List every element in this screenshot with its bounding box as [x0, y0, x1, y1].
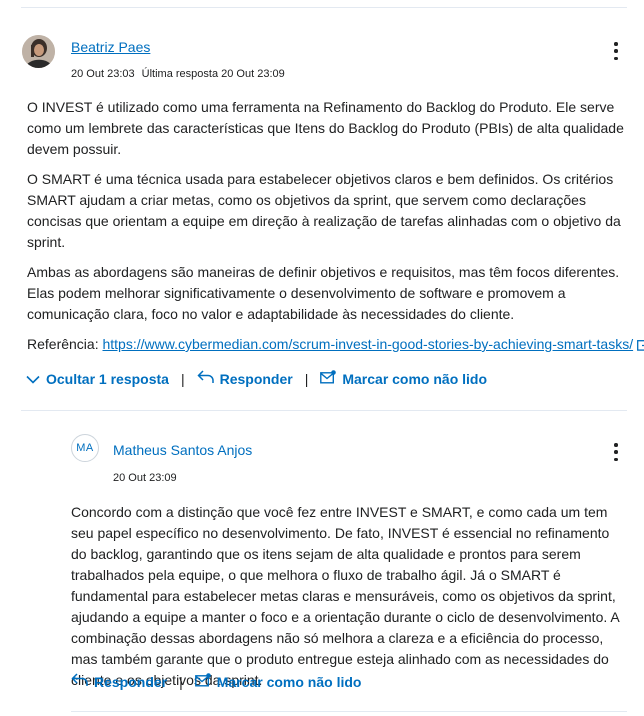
reply-paragraph: Concordo com a distinção que você fez en… [71, 504, 619, 688]
mail-unread-icon [320, 370, 337, 387]
reply-date: 20 Out 23:09 [113, 472, 177, 484]
action-separator: | [304, 370, 309, 387]
avatar[interactable] [22, 35, 55, 68]
reply-body: Concordo com a distinção que você fez en… [71, 502, 628, 691]
mark-unread-label: Marcar como não lido [342, 370, 488, 387]
bottom-divider [71, 711, 627, 712]
mark-unread-button[interactable]: Marcar como não lido [320, 370, 487, 387]
reply-more-options-button[interactable] [612, 443, 620, 461]
reference-link[interactable]: https://www.cybermedian.com/scrum-invest… [102, 336, 633, 352]
reply-author-link[interactable]: Matheus Santos Anjos [113, 442, 252, 458]
external-link-icon [637, 336, 644, 357]
post-date: 20 Out 23:03 [71, 68, 135, 80]
reference-label: Referência: [27, 336, 99, 352]
hide-replies-label: Ocultar 1 resposta [46, 370, 169, 387]
post-actions: Ocultar 1 resposta | Responder | Marcar … [26, 370, 487, 387]
reply-avatar[interactable]: MA [71, 434, 99, 462]
hide-replies-button[interactable]: Ocultar 1 resposta [26, 371, 169, 387]
post-paragraph: O INVEST é utilizado como uma ferramenta… [27, 99, 624, 157]
mail-unread-icon [194, 673, 211, 690]
post-last-reply: Última resposta 20 Out 23:09 [141, 68, 285, 80]
post-more-options-button[interactable] [612, 42, 620, 60]
action-separator: | [180, 370, 185, 387]
post-divider [21, 410, 627, 411]
post-paragraph: Ambas as abordagens são maneiras de defi… [27, 264, 620, 322]
top-divider [21, 7, 627, 8]
reply-button[interactable]: Responder [197, 370, 293, 387]
reply-arrow-icon [71, 673, 88, 690]
reply-label: Responder [219, 370, 293, 387]
post-body: O INVEST é utilizado como uma ferramenta… [27, 97, 644, 366]
reply-mark-unread-label: Marcar como não lido [216, 673, 362, 690]
reply-reply-label: Responder [94, 673, 168, 690]
post-paragraph: O SMART é uma técnica usada para estabel… [27, 171, 621, 250]
reply-actions: Responder | Marcar como não lido [71, 673, 361, 690]
chevron-down-icon [26, 371, 40, 387]
reply-reply-button[interactable]: Responder [71, 673, 167, 690]
post-author-link[interactable]: Beatriz Paes [71, 39, 150, 55]
reply-mark-unread-button[interactable]: Marcar como não lido [194, 673, 362, 690]
post-reference: Referência: https://www.cybermedian.com/… [27, 334, 644, 357]
action-separator: | [179, 673, 183, 690]
post-meta: 20 Out 23:03 Última resposta 20 Out 23:0… [71, 68, 289, 80]
reply-arrow-icon [197, 370, 214, 387]
